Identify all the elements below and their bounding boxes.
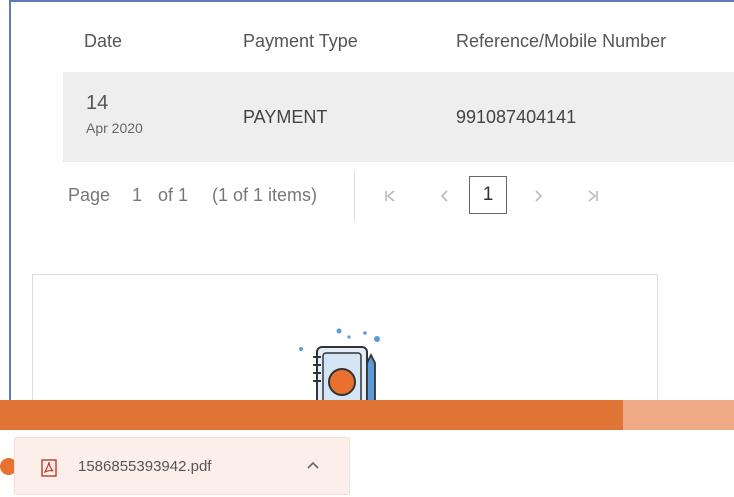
row-payment-type: PAYMENT: [243, 107, 328, 127]
row-month-year: Apr 2020: [86, 120, 143, 136]
chevron-up-icon[interactable]: [306, 454, 320, 475]
pager-page-input[interactable]: 1: [132, 185, 142, 206]
previous-page-icon[interactable]: [439, 188, 449, 209]
notebook-illustration-icon: [299, 328, 380, 407]
table-row[interactable]: 14 Apr 2020 PAYMENT 991087404141: [63, 72, 734, 162]
pagination: Page 1 of 1 (1 of 1 items) 1: [11, 170, 734, 230]
pager-items-label: (1 of 1 items): [212, 185, 318, 205]
download-bar: 1586855393942.pdf: [0, 430, 734, 497]
pager-of-label: of 1: [158, 185, 189, 205]
progress-bar-track: [623, 400, 734, 430]
column-header-payment-type[interactable]: Payment Type: [243, 31, 358, 52]
pdf-icon: [41, 459, 57, 477]
download-item[interactable]: 1586855393942.pdf: [14, 437, 350, 495]
row-reference: 991087404141: [456, 107, 577, 127]
pager-page-label: Page: [68, 185, 111, 205]
progress-bar-fill: [0, 400, 623, 430]
pager-divider: [354, 170, 355, 222]
download-file-name: 1586855393942.pdf: [78, 458, 212, 475]
row-day: 14: [86, 92, 109, 114]
first-page-icon[interactable]: [383, 188, 397, 209]
next-page-icon[interactable]: [534, 188, 544, 209]
column-header-date[interactable]: Date: [84, 31, 122, 52]
column-header-reference[interactable]: Reference/Mobile Number: [456, 31, 666, 52]
last-page-icon[interactable]: [586, 188, 600, 209]
current-page-button[interactable]: 1: [469, 176, 507, 214]
table-header: Date Payment Type Reference/Mobile Numbe…: [11, 2, 734, 72]
